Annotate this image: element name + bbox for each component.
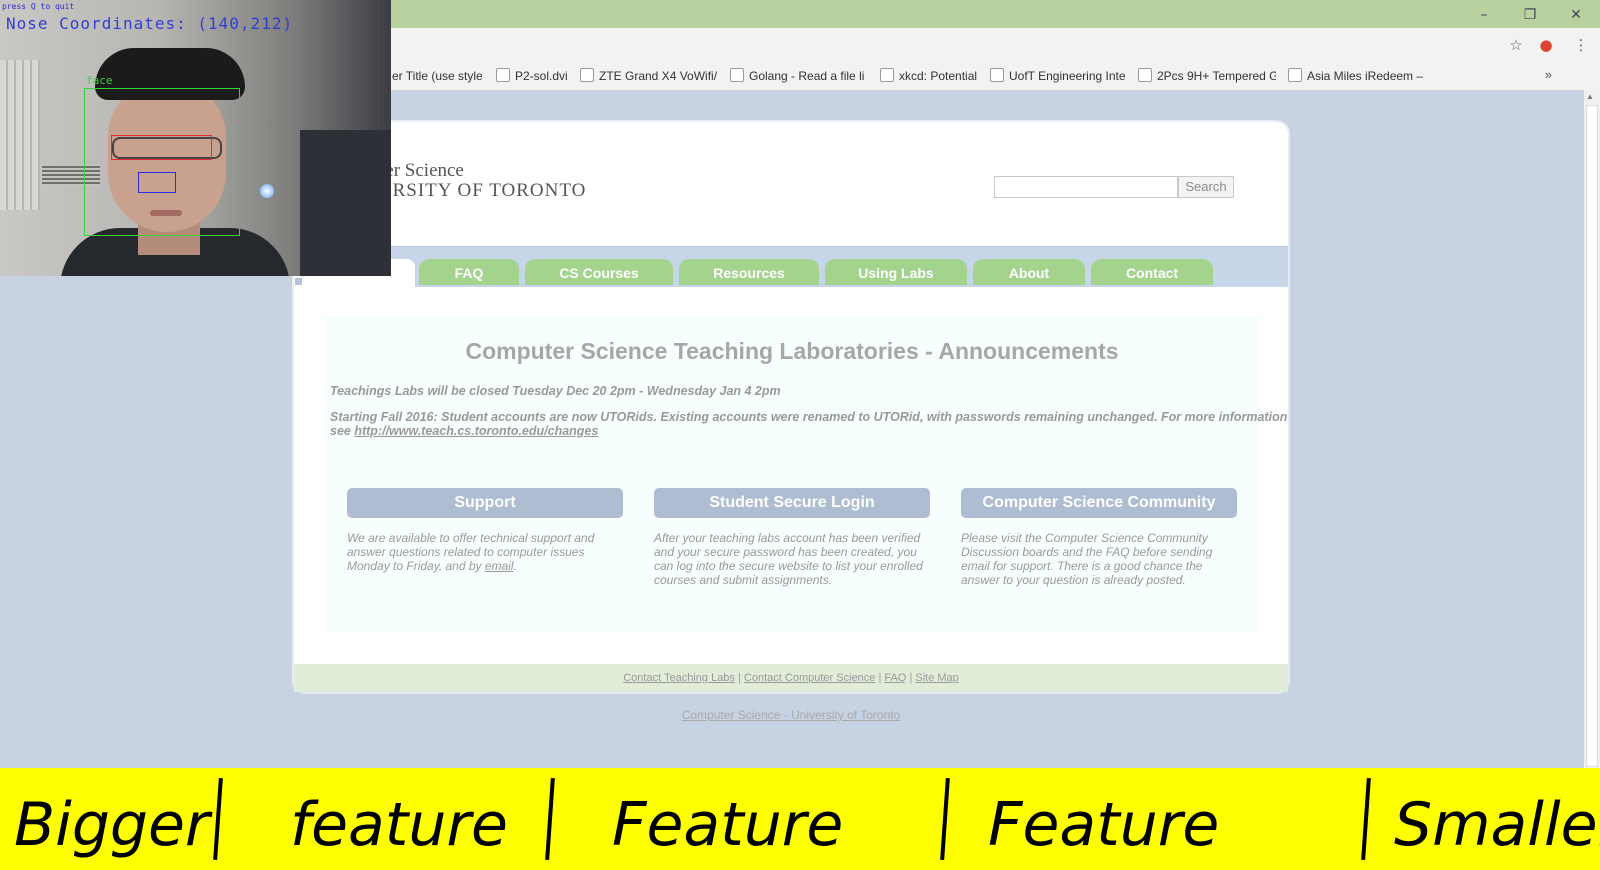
- secure-login-text-line: and your secure password has been create…: [654, 545, 917, 559]
- announcement-item: Starting Fall 2016: Student accounts are…: [330, 410, 1288, 424]
- close-button[interactable]: ✕: [1554, 4, 1598, 26]
- lamp-light: [260, 184, 274, 198]
- bookmark-favicon-icon: [496, 68, 510, 82]
- menu-icon[interactable]: ⋮: [1572, 36, 1590, 54]
- tab-contact[interactable]: Contact: [1091, 259, 1213, 285]
- bookmark-favicon-icon: [1138, 68, 1152, 82]
- bookmark-item[interactable]: Golang - Read a file li: [730, 68, 868, 84]
- university-link[interactable]: Computer Science - University of Toronto: [292, 708, 1290, 722]
- banner-label-feature: Feature: [988, 790, 1220, 860]
- bookmark-favicon-icon: [990, 68, 1004, 82]
- community-text-line: Discussion boards and the FAQ before sen…: [961, 545, 1213, 559]
- face-detection-label: face: [86, 74, 113, 87]
- tab-faq[interactable]: FAQ: [419, 259, 519, 285]
- nose-coordinates-readout: Nose Coordinates: (140,212): [6, 14, 294, 33]
- footer-link-site-map[interactable]: Site Map: [915, 672, 958, 684]
- changes-link[interactable]: http://www.teach.cs.toronto.edu/changes: [354, 424, 598, 438]
- bookmark-item[interactable]: ZTE Grand X4 VoWifi/: [580, 68, 718, 84]
- restore-button[interactable]: ❐: [1508, 4, 1552, 26]
- room-shadow: [300, 130, 391, 276]
- secure-login-heading-button[interactable]: Student Secure Login: [654, 488, 930, 518]
- bookmark-item[interactable]: UofT Engineering Inte: [990, 68, 1126, 84]
- nav-marker: [295, 278, 302, 285]
- address-input[interactable]: [390, 32, 1520, 58]
- banner-label-smaller: Smaller: [1394, 790, 1600, 860]
- bookmark-item[interactable]: xkcd: Potential: [880, 68, 980, 84]
- webcam-window: face press Q to quit Nose Coordinates: (…: [0, 0, 391, 276]
- bookmark-item[interactable]: P2-sol.dvi: [496, 68, 572, 84]
- tab-about[interactable]: About: [973, 259, 1085, 285]
- extension-icon[interactable]: ●: [1537, 36, 1555, 54]
- scroll-up-icon[interactable]: ▲: [1586, 92, 1594, 101]
- tab-cs-courses[interactable]: CS Courses: [525, 259, 673, 285]
- site-search-input[interactable]: [994, 176, 1178, 198]
- secure-login-text-line: After your teaching labs account has bee…: [654, 531, 921, 545]
- secure-login-description: After your teaching labs account has bee…: [654, 531, 932, 587]
- secure-login-text-line: can log into the secure website to list …: [654, 559, 923, 573]
- bookmark-favicon-icon: [580, 68, 594, 82]
- community-text-line: email for support. There is a good chanc…: [961, 559, 1203, 573]
- site-logo-line2[interactable]: ERSITY OF TORONTO: [380, 180, 586, 202]
- announcement-item-continued: see http://www.teach.cs.toronto.edu/chan…: [330, 424, 598, 438]
- announcement-see-text: see: [330, 424, 351, 438]
- bookmark-item[interactable]: Asia Miles iRedeem –: [1288, 68, 1428, 84]
- tab-resources[interactable]: Resources: [679, 259, 819, 285]
- support-description: We are available to offer technical supp…: [347, 531, 625, 573]
- tab-using-labs[interactable]: Using Labs: [825, 259, 967, 285]
- site-logo-line1[interactable]: ter Science: [380, 160, 464, 182]
- banner-label-feature: feature: [290, 790, 508, 860]
- support-heading-button[interactable]: Support: [347, 488, 623, 518]
- nose-detection-box: [138, 172, 176, 193]
- community-text-line: Please visit the Computer Science Commun…: [961, 531, 1208, 545]
- banner-label-feature: Feature: [612, 790, 844, 860]
- community-description: Please visit the Computer Science Commun…: [961, 531, 1239, 587]
- footer-link-faq[interactable]: FAQ: [884, 672, 906, 684]
- face-detection-box: [84, 88, 240, 236]
- announcement-item: Teachings Labs will be closed Tuesday De…: [330, 384, 781, 398]
- support-text-line: Monday to Friday, and by email.: [347, 559, 517, 573]
- bookmark-favicon-icon: [1288, 68, 1302, 82]
- star-icon[interactable]: ☆: [1507, 36, 1525, 54]
- bookmark-item[interactable]: er Title (use style:: [392, 68, 482, 84]
- support-text-line: answer questions related to computer iss…: [347, 545, 585, 559]
- community-text-line: answer to your question is already poste…: [961, 573, 1186, 587]
- banner-label-bigger: Bigger: [14, 790, 210, 860]
- scrollbar-thumb[interactable]: [1586, 105, 1598, 767]
- bookmark-item[interactable]: 2Pcs 9H+ Tempered G: [1138, 68, 1276, 84]
- announcements-title: Computer Science Teaching Laboratories -…: [465, 338, 1119, 364]
- footer-separator: |: [878, 672, 882, 684]
- footer-separator: |: [738, 672, 741, 684]
- community-heading-button[interactable]: Computer Science Community: [961, 488, 1237, 518]
- window-blinds: [0, 60, 40, 210]
- footer-separator: |: [909, 672, 913, 684]
- bookmark-favicon-icon: [880, 68, 894, 82]
- quit-hint: press Q to quit: [2, 2, 75, 11]
- footer-link-contact-cs[interactable]: Contact Computer Science: [744, 672, 875, 684]
- bookmark-favicon-icon: [730, 68, 744, 82]
- bookmarks-overflow-icon[interactable]: »: [1545, 67, 1552, 82]
- secure-login-text-line: courses and submit assignments.: [654, 573, 833, 587]
- eyes-detection-box: [111, 135, 212, 160]
- site-search-button[interactable]: Search: [1178, 176, 1234, 198]
- support-text-line: We are available to offer technical supp…: [347, 531, 595, 545]
- email-link[interactable]: email: [485, 559, 514, 573]
- minimize-button[interactable]: –: [1462, 4, 1506, 26]
- footer-link-contact-teaching-labs[interactable]: Contact Teaching Labs: [623, 672, 735, 684]
- site-footer: Contact Teaching Labs | Contact Computer…: [294, 664, 1288, 692]
